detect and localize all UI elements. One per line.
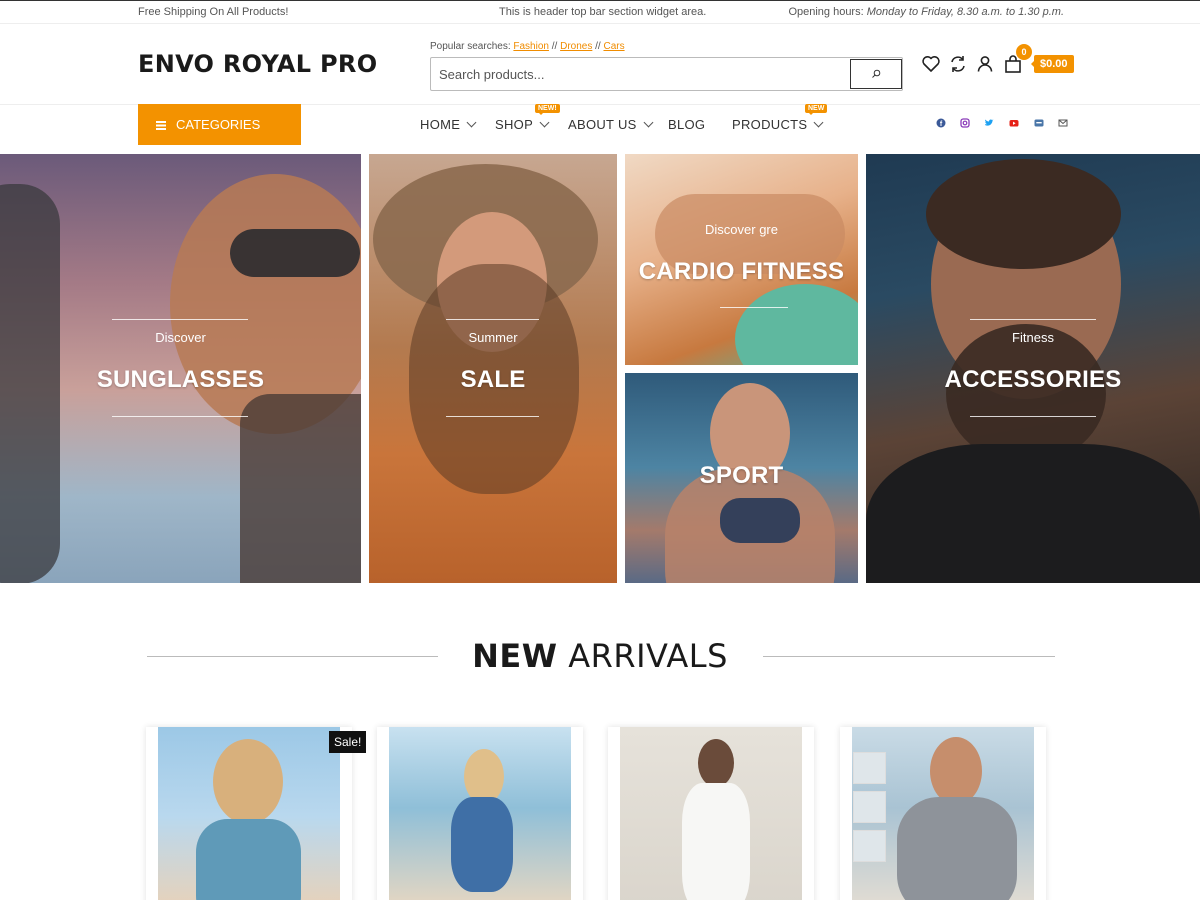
fitness-ball-shape [735, 284, 858, 365]
site-logo[interactable]: ENVO ROYAL PRO [138, 50, 377, 78]
divider-line [446, 416, 539, 417]
divider-line [970, 319, 1096, 320]
hero-subtitle: Discover [155, 330, 206, 345]
nav-home[interactable]: HOME [420, 117, 477, 132]
twitter-icon[interactable] [984, 118, 994, 128]
categories-button[interactable]: CATEGORIES [138, 104, 301, 145]
search-form [430, 57, 903, 91]
hero-subtitle: Discover gre [705, 222, 778, 237]
shipping-notice: Free Shipping On All Products! [138, 6, 289, 18]
hero-title: ACCESSORIES [944, 366, 1122, 393]
chevron-down-icon [539, 117, 550, 128]
product-image[interactable] [389, 727, 571, 900]
opening-hours: Opening hours: Monday to Friday, 8.30 a.… [788, 6, 1064, 18]
nav-products[interactable]: PRODUCTS [732, 117, 824, 132]
email-icon[interactable] [1058, 118, 1068, 128]
hero-subtitle: Fitness [1012, 330, 1054, 345]
woman-head-shape [464, 749, 504, 804]
divider-line [970, 416, 1096, 417]
product-image[interactable] [158, 727, 340, 900]
tank-top-shape [866, 444, 1200, 583]
hero-tile-cardio-fitness[interactable]: Discover gre CARDIO FITNESS [625, 154, 858, 365]
search-button[interactable] [850, 59, 902, 89]
beard-shape [946, 324, 1106, 464]
divider-line [112, 416, 248, 417]
hero-title: SPORT [699, 462, 784, 489]
top-bar: Free Shipping On All Products! This is h… [0, 0, 1200, 24]
hero-tile-sport[interactable]: SPORT [625, 373, 858, 583]
sports-top-shape [720, 498, 800, 543]
product-card[interactable] [377, 727, 583, 900]
nav-shop[interactable]: SHOP [495, 117, 550, 132]
chevron-down-icon [466, 117, 477, 128]
popular-link-cars[interactable]: Cars [603, 41, 624, 52]
denim-shirt-shape [196, 819, 301, 900]
sale-badge: Sale! [329, 731, 367, 753]
hero-tile-sunglasses[interactable]: Discover SUNGLASSES [0, 154, 361, 583]
cart-count-badge: 0 [1016, 44, 1032, 60]
gallery-thumbnail[interactable] [853, 830, 886, 862]
search-icon [872, 69, 881, 78]
popular-searches: Popular searches: Fashion // Drones // C… [430, 41, 625, 52]
gallery-thumbnail[interactable] [853, 752, 886, 784]
hero-subtitle: Summer [468, 330, 518, 345]
woman-head-shape [213, 739, 283, 824]
woman-head-shape [698, 739, 734, 787]
divider-line [112, 319, 248, 320]
popular-link-drones[interactable]: Drones [560, 41, 592, 52]
shop-new-badge: NEW! [535, 104, 560, 115]
heart-icon [922, 56, 940, 72]
chevron-down-icon [813, 117, 824, 128]
hero-title: SALE [460, 366, 526, 393]
product-image[interactable] [620, 727, 802, 900]
divider-line [446, 319, 539, 320]
youtube-icon[interactable] [1009, 118, 1019, 128]
man-head-shape [930, 737, 982, 805]
white-outfit-shape [682, 783, 750, 900]
user-icon [977, 56, 993, 72]
product-card[interactable] [146, 727, 352, 900]
product-card[interactable] [608, 727, 814, 900]
menu-icon [156, 120, 166, 130]
gallery-thumbnail[interactable] [853, 791, 886, 823]
facebook-icon[interactable]: f [936, 118, 946, 128]
products-new-badge: NEW [805, 104, 828, 115]
hero-tile-sale[interactable]: Summer SALE [369, 154, 617, 583]
hero-title: CARDIO FITNESS [638, 258, 845, 285]
refresh-icon [951, 56, 965, 72]
hero-tile-accessories[interactable]: Fitness ACCESSORIES [866, 154, 1200, 583]
nav-about-us[interactable]: ABOUT US [568, 117, 654, 132]
chevron-down-icon [643, 117, 654, 128]
instagram-icon[interactable] [960, 118, 970, 128]
jacket-shape [240, 394, 361, 583]
vk-icon[interactable] [1034, 118, 1044, 128]
search-input[interactable] [431, 58, 851, 90]
section-title: NEW ARRIVALS [472, 637, 728, 675]
cart-total[interactable]: $0.00 [1031, 55, 1074, 73]
compare-button[interactable] [947, 53, 969, 75]
categories-label: CATEGORIES [176, 117, 261, 132]
account-button[interactable] [974, 53, 996, 75]
sunglasses-shape [230, 229, 360, 277]
nav-blog[interactable]: BLOG [668, 117, 705, 132]
denim-shirt-shape [451, 797, 513, 892]
popular-link-fashion[interactable]: Fashion [513, 41, 549, 52]
divider-line [720, 307, 788, 308]
topbar-widget-text: This is header top bar section widget ar… [499, 6, 707, 18]
hero-title: SUNGLASSES [96, 366, 265, 393]
wishlist-button[interactable] [920, 53, 942, 75]
hair-shape [926, 159, 1121, 269]
henley-shirt-shape [897, 797, 1017, 900]
